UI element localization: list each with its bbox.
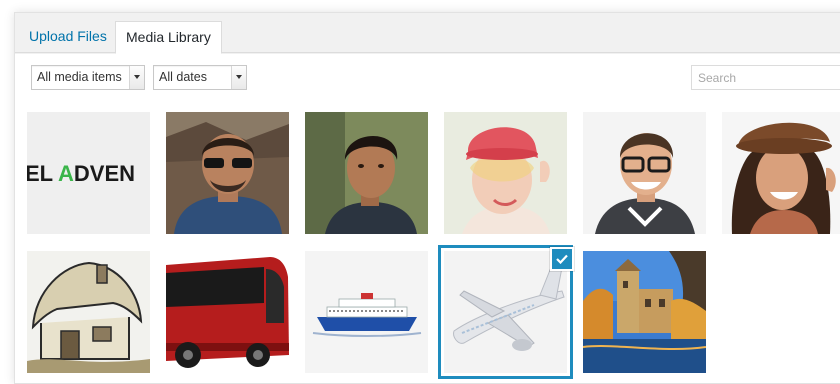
attachments-grid: EL ADVEN [15,106,840,383]
thumbnail-castle-image [583,251,706,373]
search-input[interactable] [691,65,840,90]
attachment-red-bus[interactable] [166,251,289,373]
attachment-young-man[interactable] [305,112,428,234]
attachment-woman-brown-hat[interactable] [722,112,840,234]
attachment-ferry[interactable] [305,251,428,373]
checkmark-icon [556,254,568,264]
attachment-cottage[interactable] [27,251,150,373]
media-type-filter[interactable]: All media items [31,65,145,90]
date-filter-value: All dates [159,70,207,84]
thumbnail-logo-image: EL ADVEN [27,112,150,234]
media-type-filter-value: All media items [37,70,122,84]
media-router: Upload Files Media Library [15,13,840,54]
logo-text-prefix: EL [27,161,58,186]
thumbnail-cottage-image [27,251,150,373]
tab-upload-files[interactable]: Upload Files [19,21,117,54]
attachment-woman-red-hat[interactable] [444,112,567,234]
svg-text:EL ADVEN: EL ADVEN [27,161,135,186]
thumbnail-airplane-image [444,251,567,373]
thumbnail-man-sunglasses-image [166,112,289,234]
logo-text-accent: A [58,161,74,186]
thumbnail-woman-brown-hat-image [722,112,840,234]
thumbnail-woman-red-hat-image [444,112,567,234]
selected-checkmark-button[interactable] [550,247,574,271]
date-filter[interactable]: All dates [153,65,247,90]
attachment-man-sunglasses[interactable] [166,112,289,234]
thumbnail-ferry-image [305,251,428,373]
thumbnail-red-bus-image [166,251,289,373]
media-modal: Upload Files Media Library All media ite… [14,12,840,384]
tab-media-library[interactable]: Media Library [115,21,222,54]
thumbnail-young-man-image [305,112,428,234]
chevron-down-icon[interactable] [129,66,144,89]
attachment-logo[interactable]: EL ADVEN [27,112,150,234]
media-toolbar: All media items All dates [15,54,840,106]
thumbnail-man-glasses-image [583,112,706,234]
attachment-castle[interactable] [583,251,706,373]
logo-text-suffix: DVEN [74,161,135,186]
chevron-down-icon[interactable] [231,66,246,89]
attachment-airplane[interactable] [444,251,567,373]
attachment-man-glasses[interactable] [583,112,706,234]
